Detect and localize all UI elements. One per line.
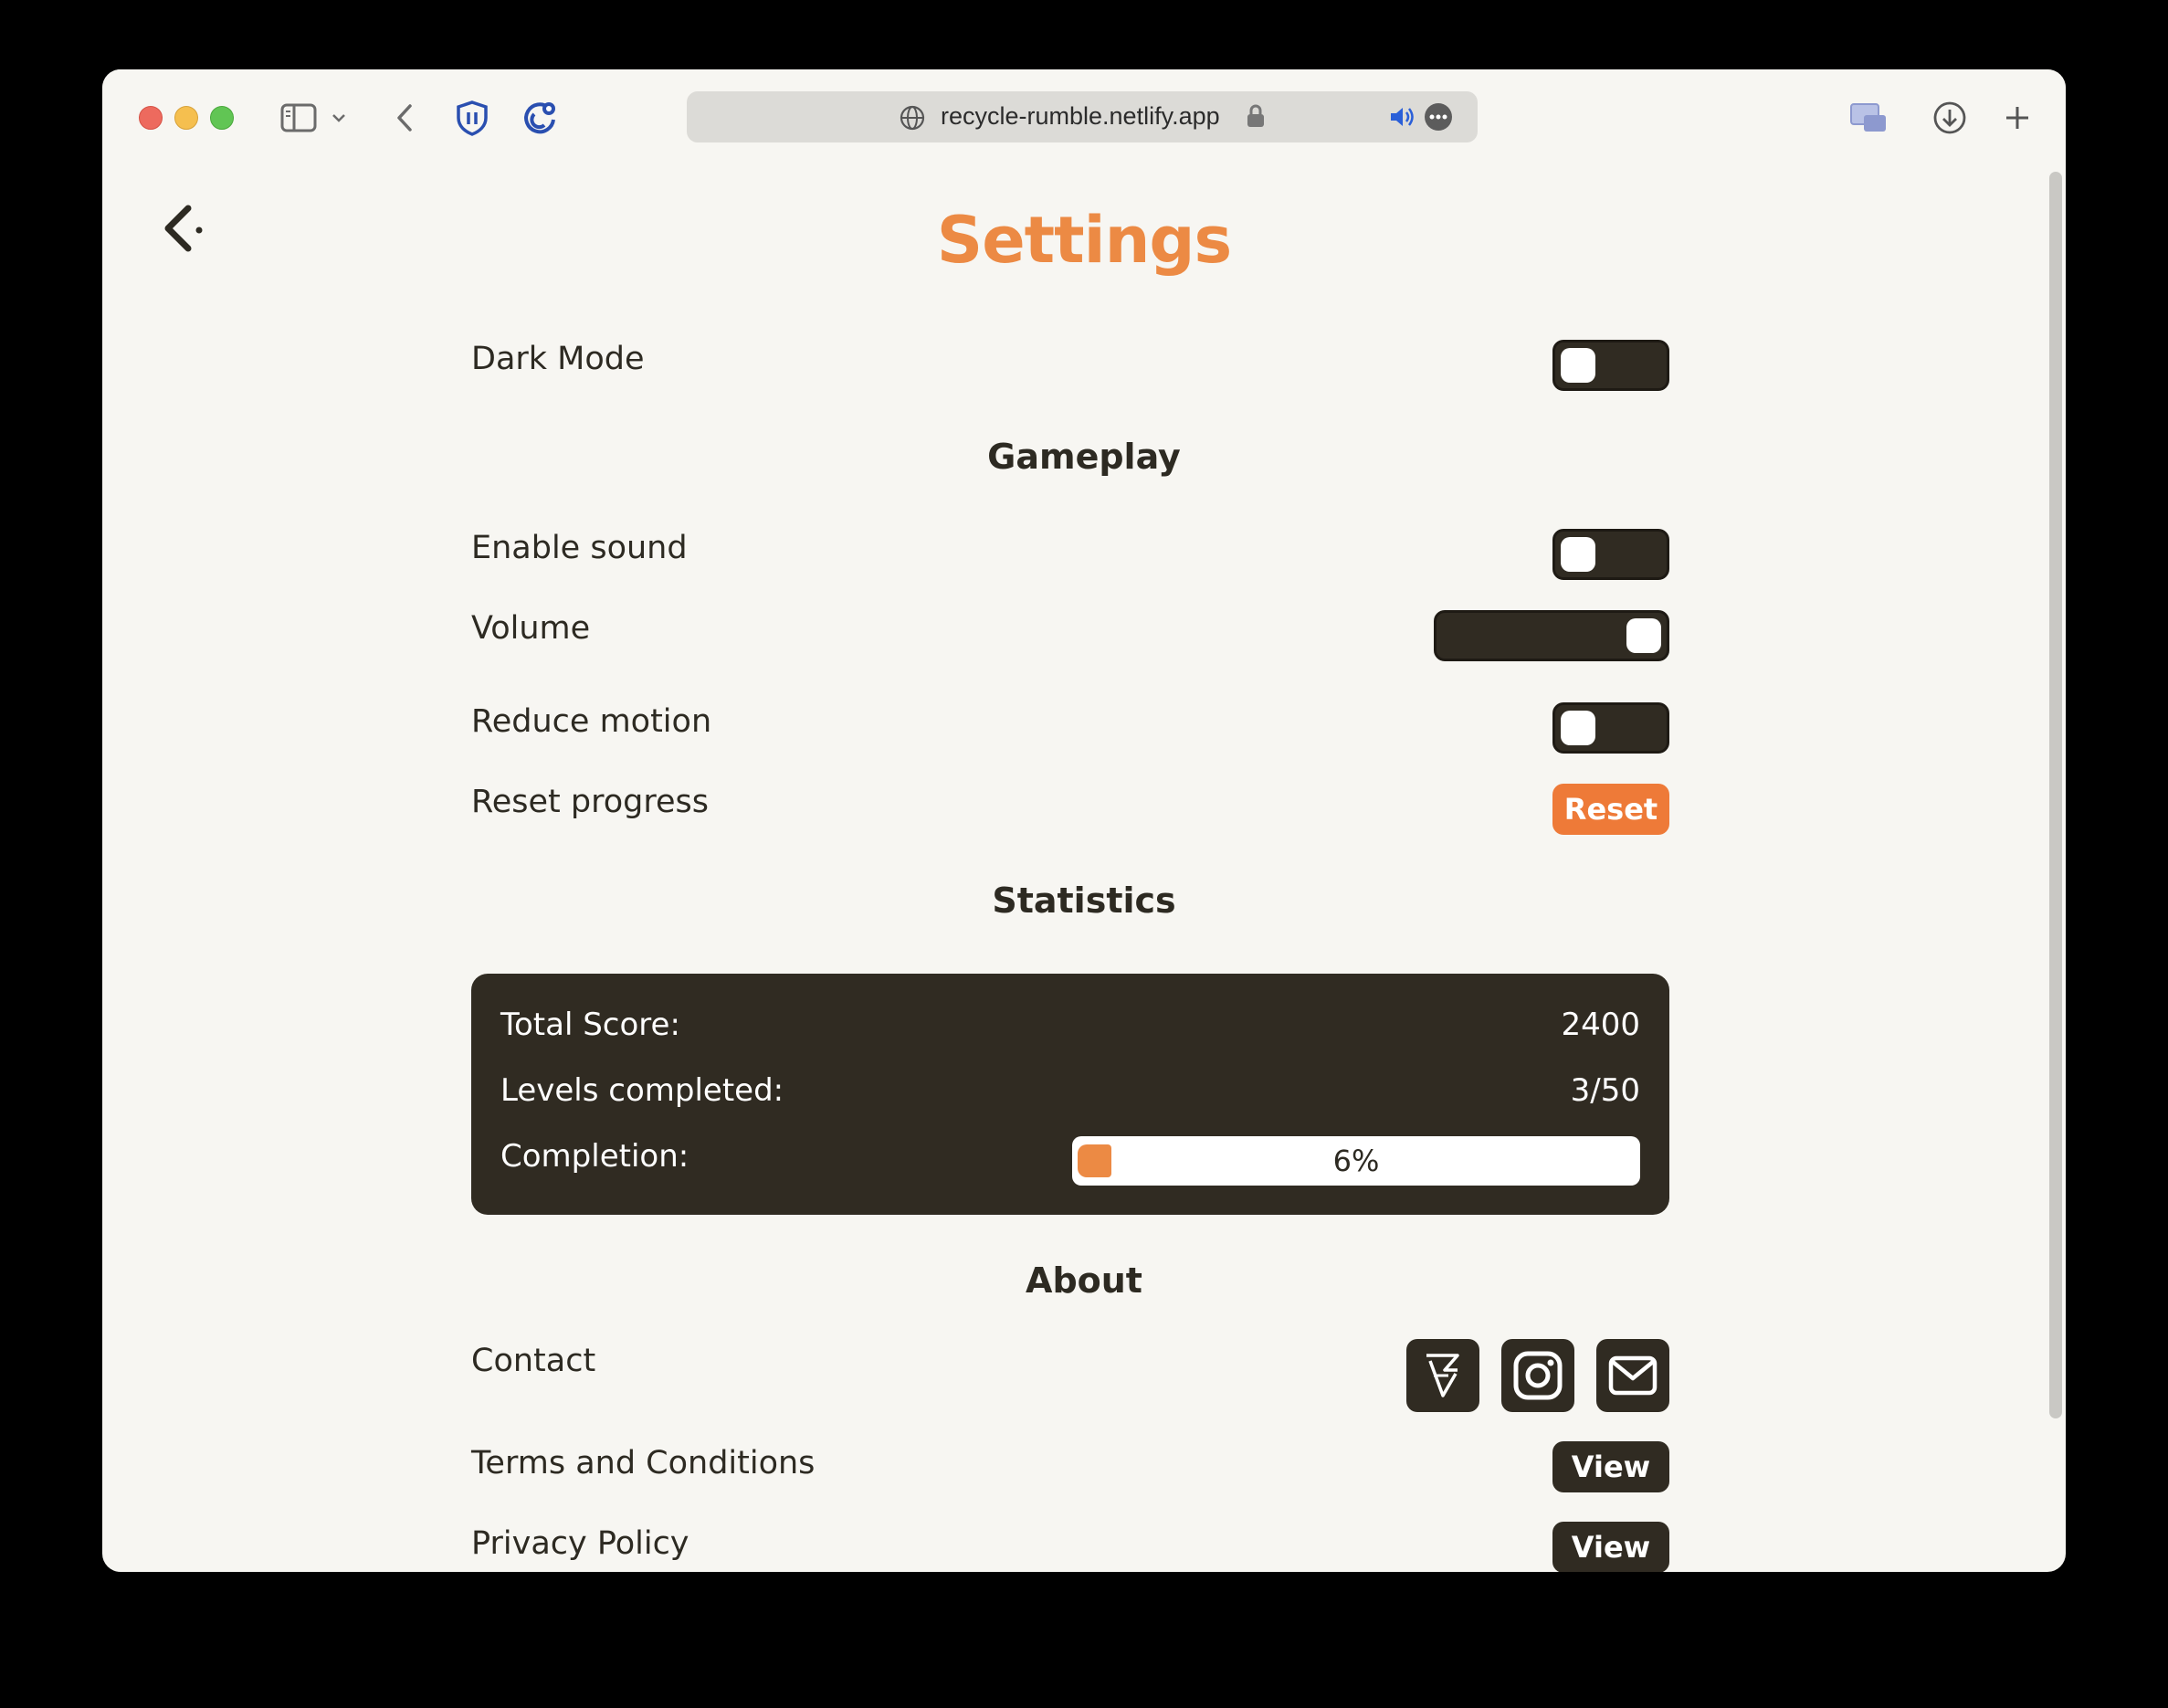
privacy-label: Privacy Policy [471, 1525, 689, 1562]
toggle-knob [1561, 348, 1595, 383]
sidebar-icon[interactable] [278, 97, 320, 139]
completion-percent: 6% [1332, 1144, 1380, 1178]
browser-toolbar: recycle-rumble.netlify.app [102, 69, 2066, 161]
reset-progress-label: Reset progress [471, 784, 709, 820]
completion-progress-bar: 6% [1072, 1136, 1640, 1186]
toggle-knob [1561, 711, 1595, 745]
volume-label: Volume [471, 610, 591, 647]
privacy-view-button[interactable]: View [1552, 1522, 1669, 1572]
new-tab-icon[interactable] [1996, 97, 2038, 139]
about-section-title: About [1026, 1260, 1142, 1301]
url-text: recycle-rumble.netlify.app [941, 102, 1220, 130]
enable-sound-toggle[interactable] [1552, 529, 1669, 580]
lock-icon [1246, 103, 1266, 132]
itch-icon [1426, 1354, 1459, 1397]
total-score-label: Total Score: [500, 1007, 680, 1043]
contact-label: Contact [471, 1343, 596, 1379]
instagram-icon [1513, 1351, 1563, 1400]
page-scrollbar[interactable] [2049, 172, 2062, 1418]
browser-window: recycle-rumble.netlify.app Settings Dark… [102, 69, 2066, 1572]
shield-icon[interactable] [451, 97, 493, 139]
completion-label: Completion: [500, 1138, 689, 1175]
reset-button[interactable]: Reset [1552, 784, 1669, 835]
zoom-window-button[interactable] [210, 106, 234, 130]
address-bar[interactable]: recycle-rumble.netlify.app [687, 91, 1478, 142]
instagram-link-button[interactable] [1501, 1339, 1574, 1412]
page-title: Settings [936, 203, 1232, 278]
minimize-window-button[interactable] [174, 106, 198, 130]
levels-completed-label: Levels completed: [500, 1072, 784, 1109]
tracker-icon[interactable] [519, 97, 561, 139]
total-score-value: 2400 [1561, 1007, 1640, 1043]
volume-slider[interactable] [1434, 610, 1669, 661]
dark-mode-toggle[interactable] [1552, 340, 1669, 391]
download-icon[interactable] [1929, 97, 1971, 139]
reduce-motion-toggle[interactable] [1552, 702, 1669, 754]
gameplay-section-title: Gameplay [987, 437, 1181, 477]
enable-sound-label: Enable sound [471, 530, 688, 566]
speaker-icon[interactable] [1388, 104, 1416, 133]
reduce-motion-label: Reduce motion [471, 703, 712, 740]
globe-icon [899, 104, 926, 135]
close-window-button[interactable] [139, 106, 163, 130]
picture-in-picture-icon[interactable] [1845, 97, 1892, 139]
chevron-down-icon[interactable] [325, 97, 353, 139]
statistics-panel: Total Score: 2400 Levels completed: 3/50… [471, 974, 1669, 1215]
levels-completed-value: 3/50 [1570, 1072, 1640, 1109]
terms-label: Terms and Conditions [471, 1445, 816, 1481]
back-arrow-icon[interactable] [384, 97, 426, 139]
toggle-knob [1561, 537, 1595, 572]
more-icon[interactable] [1423, 101, 1454, 136]
dark-mode-label: Dark Mode [471, 341, 645, 377]
mail-icon [1608, 1355, 1658, 1396]
terms-view-button[interactable]: View [1552, 1441, 1669, 1492]
statistics-section-title: Statistics [992, 880, 1176, 921]
volume-slider-knob[interactable] [1626, 618, 1661, 653]
mail-link-button[interactable] [1596, 1339, 1669, 1412]
itch-link-button[interactable] [1406, 1339, 1479, 1412]
